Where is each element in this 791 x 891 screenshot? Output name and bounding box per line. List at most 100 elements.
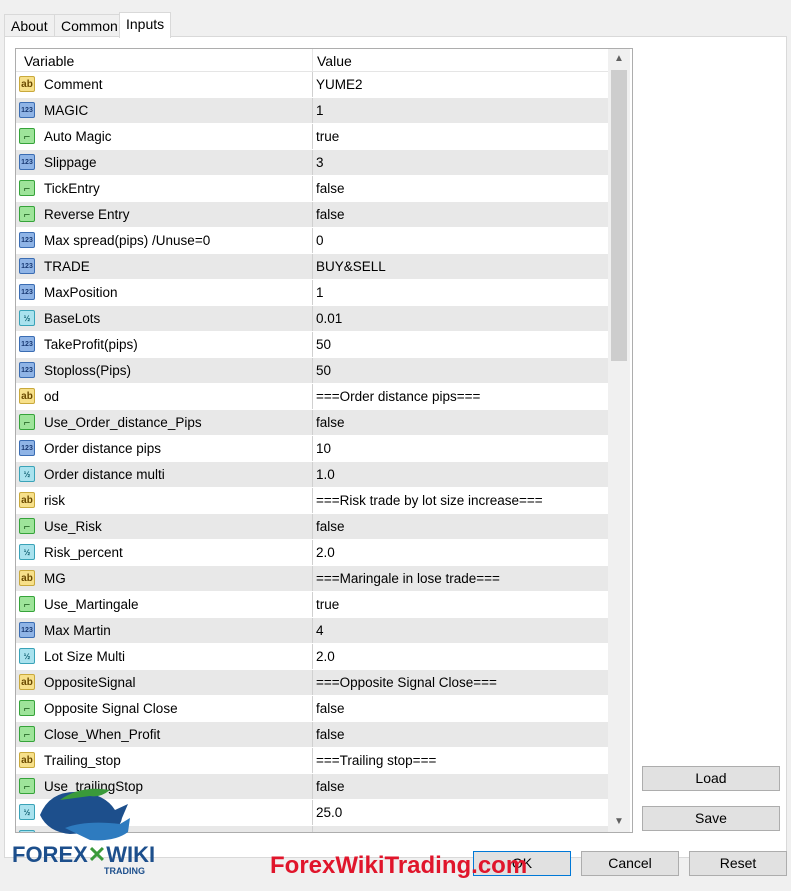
cell-separator — [312, 592, 313, 617]
table-row[interactable]: 123 Slippage 3 — [16, 150, 608, 176]
column-header-variable[interactable]: Variable — [24, 53, 74, 69]
table-row[interactable]: ⌐ TickEntry false — [16, 176, 608, 202]
variable-value[interactable]: 1 — [316, 285, 324, 300]
table-row[interactable]: ab risk ===Risk trade by lot size increase… — [16, 488, 608, 514]
variable-value[interactable]: 1.0 — [316, 467, 335, 482]
variable-value[interactable]: false — [316, 519, 345, 534]
grid-rows: ab Comment YUME2 123 MAGIC 1 ⌐ Auto Magic true 12… — [16, 72, 608, 832]
tab-inputs[interactable]: Inputs — [119, 12, 172, 38]
table-row[interactable]: ½ BaseLots 0.01 — [16, 306, 608, 332]
vertical-scrollbar[interactable]: ▲ ▼ — [608, 49, 630, 832]
variable-name: od — [44, 389, 60, 404]
cell-separator — [312, 540, 313, 565]
variable-value[interactable]: false — [316, 701, 345, 716]
table-row[interactable]: 123 Stoploss(Pips) 50 — [16, 358, 608, 384]
variable-value[interactable]: 10 — [316, 441, 331, 456]
variable-value[interactable]: 3 — [316, 155, 324, 170]
table-row[interactable]: ½ Lot Size Multi 2.0 — [16, 644, 608, 670]
table-row[interactable]: ⌐ Use_Order_distance_Pips false — [16, 410, 608, 436]
variable-name: Risk_percent — [44, 545, 123, 560]
variable-value[interactable]: 2.0 — [316, 649, 335, 664]
variable-value[interactable]: 0 — [316, 233, 324, 248]
table-row[interactable]: 123 MaxPosition 1 — [16, 280, 608, 306]
cell-separator — [312, 332, 313, 357]
inputs-grid: Variable Value ab Comment YUME2 123 MAGIC 1 ⌐ A… — [15, 48, 633, 833]
table-row[interactable]: ½ Order distance multi 1.0 — [16, 462, 608, 488]
cell-separator — [312, 410, 313, 435]
variable-value[interactable]: 10.0 — [316, 831, 342, 832]
tab-common[interactable]: Common — [54, 14, 125, 37]
variable-value[interactable]: ===Risk trade by lot size increase=== — [316, 493, 543, 508]
table-row[interactable]: ⌐ Reverse Entry false — [16, 202, 608, 228]
scroll-down-arrow-icon[interactable]: ▼ — [608, 812, 630, 832]
table-row[interactable]: ⌐ Auto Magic true — [16, 124, 608, 150]
variable-value[interactable]: ===Opposite Signal Close=== — [316, 675, 497, 690]
save-button[interactable]: Save — [642, 806, 780, 831]
cancel-button[interactable]: Cancel — [581, 851, 679, 876]
variable-value[interactable]: false — [316, 181, 345, 196]
table-row[interactable]: ⌐ Close_When_Profit false — [16, 722, 608, 748]
table-row[interactable]: ⌐ Use_Martingale true — [16, 592, 608, 618]
integer-icon: 123 — [19, 232, 35, 248]
variable-value[interactable]: 1 — [316, 103, 324, 118]
boolean-icon: ⌐ — [19, 518, 35, 534]
column-header-value[interactable]: Value — [317, 53, 352, 69]
table-row[interactable]: ⌐ Use_Risk false — [16, 514, 608, 540]
reset-button[interactable]: Reset — [689, 851, 787, 876]
grid-header: Variable Value — [16, 49, 608, 72]
table-row[interactable]: 123 Max spread(pips) /Unuse=0 0 — [16, 228, 608, 254]
variable-value[interactable]: ===Maringale in lose trade=== — [316, 571, 500, 586]
variable-value[interactable]: BUY&SELL — [316, 259, 386, 274]
table-row[interactable]: ab Comment YUME2 — [16, 72, 608, 98]
variable-value[interactable]: 25.0 — [316, 805, 342, 820]
double-icon: ½ — [19, 466, 35, 482]
cell-separator — [312, 488, 313, 513]
column-separator[interactable] — [312, 49, 313, 71]
table-row[interactable]: 123 MAGIC 1 — [16, 98, 608, 124]
scroll-up-arrow-icon[interactable]: ▲ — [608, 49, 630, 69]
table-row[interactable]: ab Trailing_stop ===Trailing stop=== — [16, 748, 608, 774]
variable-name: Comment — [44, 77, 103, 92]
table-row[interactable]: ½ Risk_percent 2.0 — [16, 540, 608, 566]
variable-value[interactable]: 0.01 — [316, 311, 342, 326]
boolean-icon: ⌐ — [19, 726, 35, 742]
scrollbar-thumb[interactable] — [611, 70, 627, 361]
variable-name: BaseLots — [44, 311, 101, 326]
variable-value[interactable]: false — [316, 415, 345, 430]
variable-value[interactable]: true — [316, 129, 339, 144]
variable-value[interactable]: false — [316, 207, 345, 222]
table-row[interactable]: ab od ===Order distance pips=== — [16, 384, 608, 410]
forex-wiki-logo: FOREX✕WIKI TRADING — [10, 780, 170, 880]
integer-icon: 123 — [19, 154, 35, 170]
cell-separator — [312, 696, 313, 721]
variable-value[interactable]: 50 — [316, 363, 331, 378]
table-row[interactable]: 123 TakeProfit(pips) 50 — [16, 332, 608, 358]
variable-value[interactable]: false — [316, 779, 345, 794]
variable-value[interactable]: YUME2 — [316, 77, 363, 92]
table-row[interactable]: 123 Max Martin 4 — [16, 618, 608, 644]
ab-string-icon: ab — [19, 388, 35, 404]
cell-separator — [312, 280, 313, 305]
variable-value[interactable]: 2.0 — [316, 545, 335, 560]
ab-string-icon: ab — [19, 674, 35, 690]
table-row[interactable]: 123 TRADE BUY&SELL — [16, 254, 608, 280]
variable-value[interactable]: ===Trailing stop=== — [316, 753, 436, 768]
load-button[interactable]: Load — [642, 766, 780, 791]
variable-value[interactable]: 4 — [316, 623, 324, 638]
variable-value[interactable]: false — [316, 727, 345, 742]
table-row[interactable]: ⌐ Opposite Signal Close false — [16, 696, 608, 722]
variable-name: Lot Size Multi — [44, 649, 126, 664]
variable-value[interactable]: true — [316, 597, 339, 612]
table-row[interactable]: ab OppositeSignal ===Opposite Signal Close… — [16, 670, 608, 696]
variable-value[interactable]: ===Order distance pips=== — [316, 389, 480, 404]
table-row[interactable]: 123 Order distance pips 10 — [16, 436, 608, 462]
variable-name: Opposite Signal Close — [44, 701, 178, 716]
cell-separator — [312, 670, 313, 695]
table-row[interactable]: ab MG ===Maringale in lose trade=== — [16, 566, 608, 592]
tab-about-label: About — [11, 18, 48, 34]
cell-separator — [312, 228, 313, 253]
variable-value[interactable]: 50 — [316, 337, 331, 352]
cell-separator — [312, 436, 313, 461]
variable-name: Order distance multi — [44, 467, 165, 482]
tab-about[interactable]: About — [4, 14, 55, 37]
